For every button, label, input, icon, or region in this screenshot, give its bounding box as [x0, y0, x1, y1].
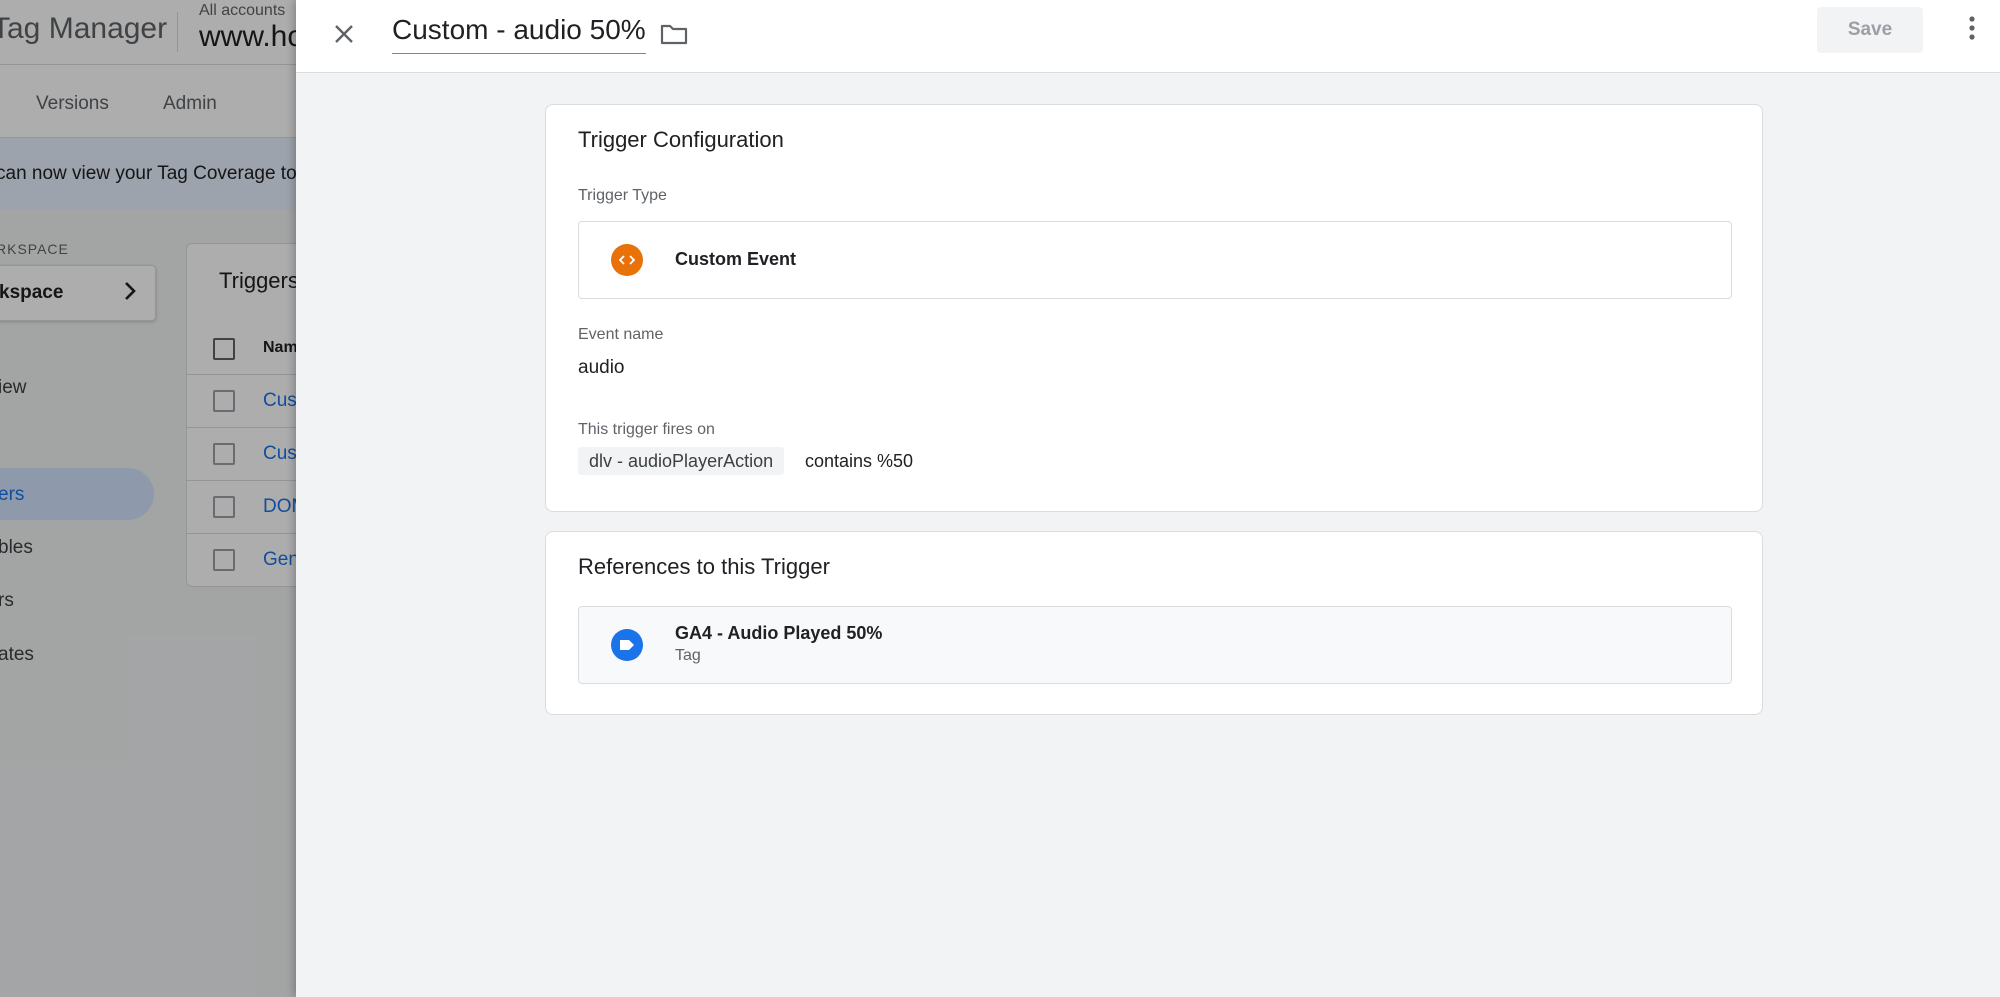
event-name-label: Event name [578, 326, 664, 343]
more-vert-icon [1968, 15, 1976, 46]
trigger-editor-sheet: Custom - audio 50% Save Trigger Configur… [296, 0, 2000, 997]
save-button[interactable]: Save [1817, 7, 1923, 53]
more-options-button[interactable] [1954, 10, 1990, 50]
close-icon [333, 23, 355, 50]
fires-on-label: This trigger fires on [578, 421, 715, 438]
trigger-type-selector[interactable]: Custom Event [578, 221, 1732, 299]
folder-button[interactable] [652, 14, 696, 58]
tag-icon [611, 629, 643, 661]
folder-icon [660, 22, 688, 51]
sheet-header: Custom - audio 50% Save [296, 0, 2000, 73]
trigger-configuration-panel[interactable]: Trigger Configuration Trigger Type Custo… [545, 104, 1763, 512]
condition-operator-value: contains %50 [805, 451, 914, 471]
condition-variable-chip: dlv - audioPlayerAction [578, 447, 785, 475]
trigger-name-input[interactable]: Custom - audio 50% [392, 13, 646, 54]
panel-title: Trigger Configuration [578, 127, 784, 152]
reference-item[interactable]: GA4 - Audio Played 50% Tag [578, 606, 1732, 684]
panel-title: References to this Trigger [578, 554, 830, 579]
trigger-type-label: Trigger Type [578, 187, 667, 204]
reference-name: GA4 - Audio Played 50% [675, 623, 883, 643]
trigger-type-name: Custom Event [675, 249, 797, 269]
close-button[interactable] [320, 12, 368, 60]
reference-kind: Tag [675, 647, 701, 664]
references-panel: References to this Trigger GA4 - Audio P… [545, 531, 1763, 715]
code-brackets-icon [611, 244, 643, 276]
event-name-value: audio [578, 357, 625, 378]
